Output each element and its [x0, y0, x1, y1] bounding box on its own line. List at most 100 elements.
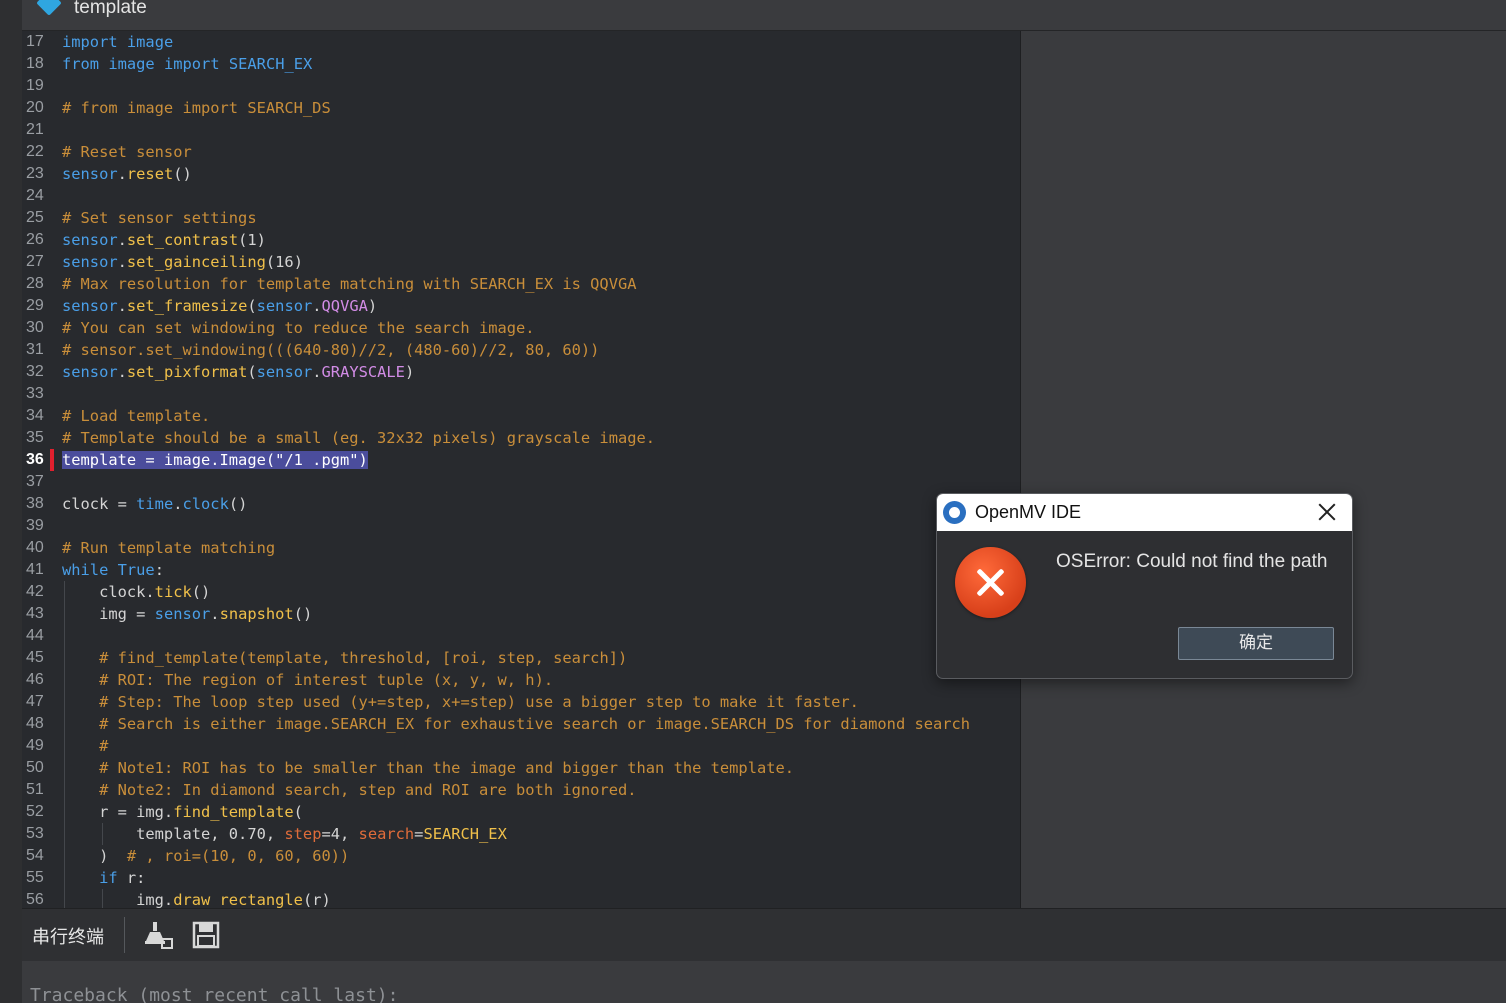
- editor-tab-title[interactable]: template: [74, 0, 147, 19]
- code-line[interactable]: 52 r = img.find_template(: [22, 801, 1020, 823]
- code-line[interactable]: 35 # Template should be a small (eg. 32x3…: [22, 427, 1020, 449]
- code-token: import: [163, 55, 220, 73]
- code-token: # Note2: In diamond search, step and ROI…: [99, 781, 637, 799]
- terminal-output[interactable]: Traceback (most recent call last):: [22, 961, 1506, 1003]
- clear-icon[interactable]: [142, 919, 174, 951]
- code-line[interactable]: 29 sensor.set_framesize(sensor.QQVGA): [22, 295, 1020, 317]
- code-line[interactable]: 34 # Load template.: [22, 405, 1020, 427]
- code-line[interactable]: 40 # Run template matching: [22, 537, 1020, 559]
- code-line[interactable]: 22 # Reset sensor: [22, 141, 1020, 163]
- code-line[interactable]: 26 sensor.set_contrast(1): [22, 229, 1020, 251]
- code-line[interactable]: 24: [22, 185, 1020, 207]
- code-line[interactable]: 48 # Search is either image.SEARCH_EX fo…: [22, 713, 1020, 735]
- code-token: :: [154, 561, 164, 579]
- code-line[interactable]: 21: [22, 119, 1020, 141]
- code-line[interactable]: 45 # find_template(template, threshold, …: [22, 647, 1020, 669]
- code-line[interactable]: 41 while True:: [22, 559, 1020, 581]
- code-token: .: [117, 165, 127, 183]
- error-line-marker: [50, 449, 54, 471]
- code-text: sensor.set_framesize(sensor.QQVGA): [62, 295, 377, 317]
- code-text: # find_template(template, threshold, [ro…: [62, 647, 627, 669]
- code-token: template, 0.70,: [62, 825, 285, 843]
- code-line[interactable]: 56 img.draw_rectangle(r): [22, 889, 1020, 908]
- code-token: # Load template.: [62, 407, 211, 425]
- code-line[interactable]: 30 # You can set windowing to reduce the …: [22, 317, 1020, 339]
- line-number: 53: [26, 825, 44, 842]
- close-icon[interactable]: [1316, 501, 1338, 523]
- code-line[interactable]: 33: [22, 383, 1020, 405]
- code-token: draw_rectangle: [173, 891, 303, 908]
- code-text: from image import SEARCH_EX: [62, 53, 312, 75]
- code-line[interactable]: 53 template, 0.70, step=4, search=SEARCH…: [22, 823, 1020, 845]
- code-line[interactable]: 42 clock.tick(): [22, 581, 1020, 603]
- indent-guide: [64, 581, 65, 908]
- code-line[interactable]: 37: [22, 471, 1020, 493]
- code-line[interactable]: 51 # Note2: In diamond search, step and …: [22, 779, 1020, 801]
- code-text: # Set sensor settings: [62, 207, 257, 229]
- code-token: # , roi=(10, 0, 60, 60)): [126, 847, 350, 865]
- code-token: .: [173, 495, 183, 513]
- line-number: 40: [26, 539, 44, 556]
- code-line[interactable]: 20 # from image import SEARCH_DS: [22, 97, 1020, 119]
- code-line[interactable]: 31 # sensor.set_windowing(((640-80)//2, (…: [22, 339, 1020, 361]
- code-text: # sensor.set_windowing(((640-80)//2, (48…: [62, 339, 599, 361]
- code-editor[interactable]: 17 import image 18 from image import SEARCH…: [22, 31, 1020, 908]
- line-number: 41: [26, 561, 44, 578]
- serial-terminal-tab[interactable]: 串行终端: [32, 923, 104, 949]
- line-number: 35: [26, 429, 44, 446]
- code-text: # Max resolution for template matching w…: [62, 273, 637, 295]
- line-number: 29: [26, 297, 44, 314]
- line-number: 56: [26, 891, 44, 908]
- code-line[interactable]: 19: [22, 75, 1020, 97]
- code-line[interactable]: 46 # ROI: The region of interest tuple (…: [22, 669, 1020, 691]
- code-line[interactable]: 17 import image: [22, 31, 1020, 53]
- code-line[interactable]: 47 # Step: The loop step used (y+=step, …: [22, 691, 1020, 713]
- code-token: ): [367, 297, 378, 315]
- code-token: .: [312, 363, 322, 381]
- code-text: # Note1: ROI has to be smaller than the …: [62, 757, 794, 779]
- code-line[interactable]: 54 ) # , roi=(10, 0, 60, 60)): [22, 845, 1020, 867]
- code-line[interactable]: 55 if r:: [22, 867, 1020, 889]
- code-token: .: [117, 297, 127, 315]
- line-number: 43: [26, 605, 44, 622]
- code-token: # Template should be a small (eg. 32x32 …: [62, 429, 656, 447]
- code-line[interactable]: 32 sensor.set_pixformat(sensor.GRAYSCALE): [22, 361, 1020, 383]
- code-line[interactable]: 28 # Max resolution for template matching…: [22, 273, 1020, 295]
- code-line[interactable]: 23 sensor.reset(): [22, 163, 1020, 185]
- save-icon[interactable]: [190, 919, 222, 951]
- code-line[interactable]: 39: [22, 515, 1020, 537]
- code-line[interactable]: 50 # Note1: ROI has to be smaller than t…: [22, 757, 1020, 779]
- code-token: time: [136, 495, 174, 513]
- code-line[interactable]: 38 clock = time.clock(): [22, 493, 1020, 515]
- code-text: r = img.find_template(: [62, 801, 303, 823]
- toolbar-divider: [124, 917, 125, 953]
- code-line[interactable]: 18 from image import SEARCH_EX: [22, 53, 1020, 75]
- code-token: r:: [117, 869, 146, 887]
- code-line[interactable]: 49 #: [22, 735, 1020, 757]
- code-line[interactable]: 43 img = sensor.snapshot(): [22, 603, 1020, 625]
- code-text: template = image.Image("/1 .pgm"): [62, 449, 368, 471]
- ok-button[interactable]: 确定: [1178, 627, 1334, 660]
- code-token: (): [173, 165, 192, 183]
- code-line[interactable]: 36 template = image.Image("/1 .pgm"): [22, 449, 1020, 471]
- code-token: # Note1: ROI has to be smaller than the …: [99, 759, 795, 777]
- code-text: sensor.set_gainceiling(16): [62, 251, 303, 273]
- code-token: step: [284, 825, 322, 843]
- line-number: 30: [26, 319, 44, 336]
- code-token: r = img.: [62, 803, 174, 821]
- line-number: 32: [26, 363, 44, 380]
- dialog-title: OpenMV IDE: [975, 502, 1082, 522]
- code-token: sensor: [256, 363, 313, 381]
- code-line[interactable]: 27 sensor.set_gainceiling(16): [22, 251, 1020, 273]
- ide-window: template 17 import image 18 from image impo…: [0, 0, 1506, 1003]
- code-token: .: [117, 363, 127, 381]
- code-line[interactable]: 25 # Set sensor settings: [22, 207, 1020, 229]
- code-token: while: [62, 561, 109, 579]
- code-token: img =: [62, 605, 155, 623]
- line-number: 28: [26, 275, 44, 292]
- code-line[interactable]: 44: [22, 625, 1020, 647]
- code-token: import: [62, 33, 118, 51]
